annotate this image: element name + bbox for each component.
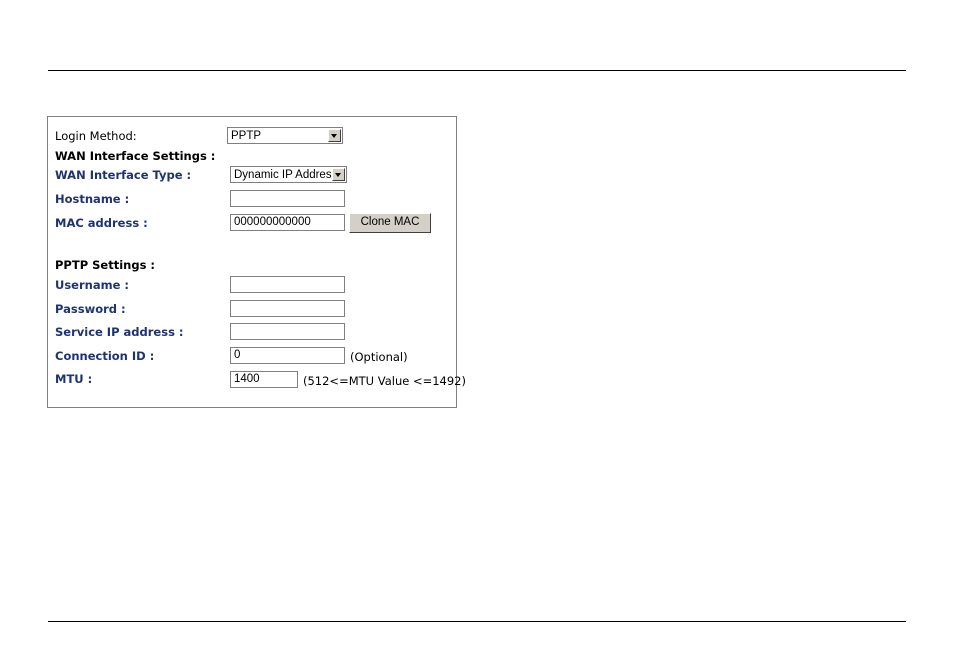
service-ip-label: Service IP address :: [55, 325, 184, 339]
login-method-label: Login Method:: [55, 129, 137, 143]
login-method-value: PPTP: [231, 130, 262, 142]
mtu-label: MTU :: [55, 372, 93, 386]
username-input[interactable]: [230, 276, 345, 293]
hostname-label: Hostname :: [55, 192, 130, 206]
mac-address-label: MAC address :: [55, 216, 148, 230]
pptp-settings-panel: Login Method: PPTP WAN Interface Setting…: [47, 116, 466, 408]
service-ip-input[interactable]: [230, 323, 345, 340]
chevron-down-icon[interactable]: [332, 168, 345, 181]
wan-interface-type-label: WAN Interface Type :: [55, 168, 192, 182]
connection-id-note: (Optional): [350, 350, 408, 364]
wan-section-title: WAN Interface Settings :: [55, 149, 216, 163]
top-divider: [48, 70, 906, 71]
pptp-section-title: PPTP Settings :: [55, 258, 156, 272]
mtu-range-note: (512<=MTU Value <=1492): [303, 374, 466, 388]
connection-id-input[interactable]: 0: [230, 347, 345, 364]
connection-id-label: Connection ID :: [55, 349, 155, 363]
wan-interface-type-select[interactable]: Dynamic IP Address: [230, 166, 347, 183]
password-input[interactable]: [230, 300, 345, 317]
bottom-divider: [48, 621, 906, 622]
mac-address-input[interactable]: 000000000000: [230, 214, 345, 231]
login-method-select[interactable]: PPTP: [227, 127, 343, 144]
password-label: Password :: [55, 302, 126, 316]
username-label: Username :: [55, 278, 129, 292]
wan-interface-type-value: Dynamic IP Address: [234, 169, 338, 181]
chevron-down-icon[interactable]: [328, 129, 341, 142]
clone-mac-button[interactable]: Clone MAC: [349, 213, 431, 233]
hostname-input[interactable]: [230, 190, 345, 207]
mtu-input[interactable]: 1400: [230, 371, 298, 388]
